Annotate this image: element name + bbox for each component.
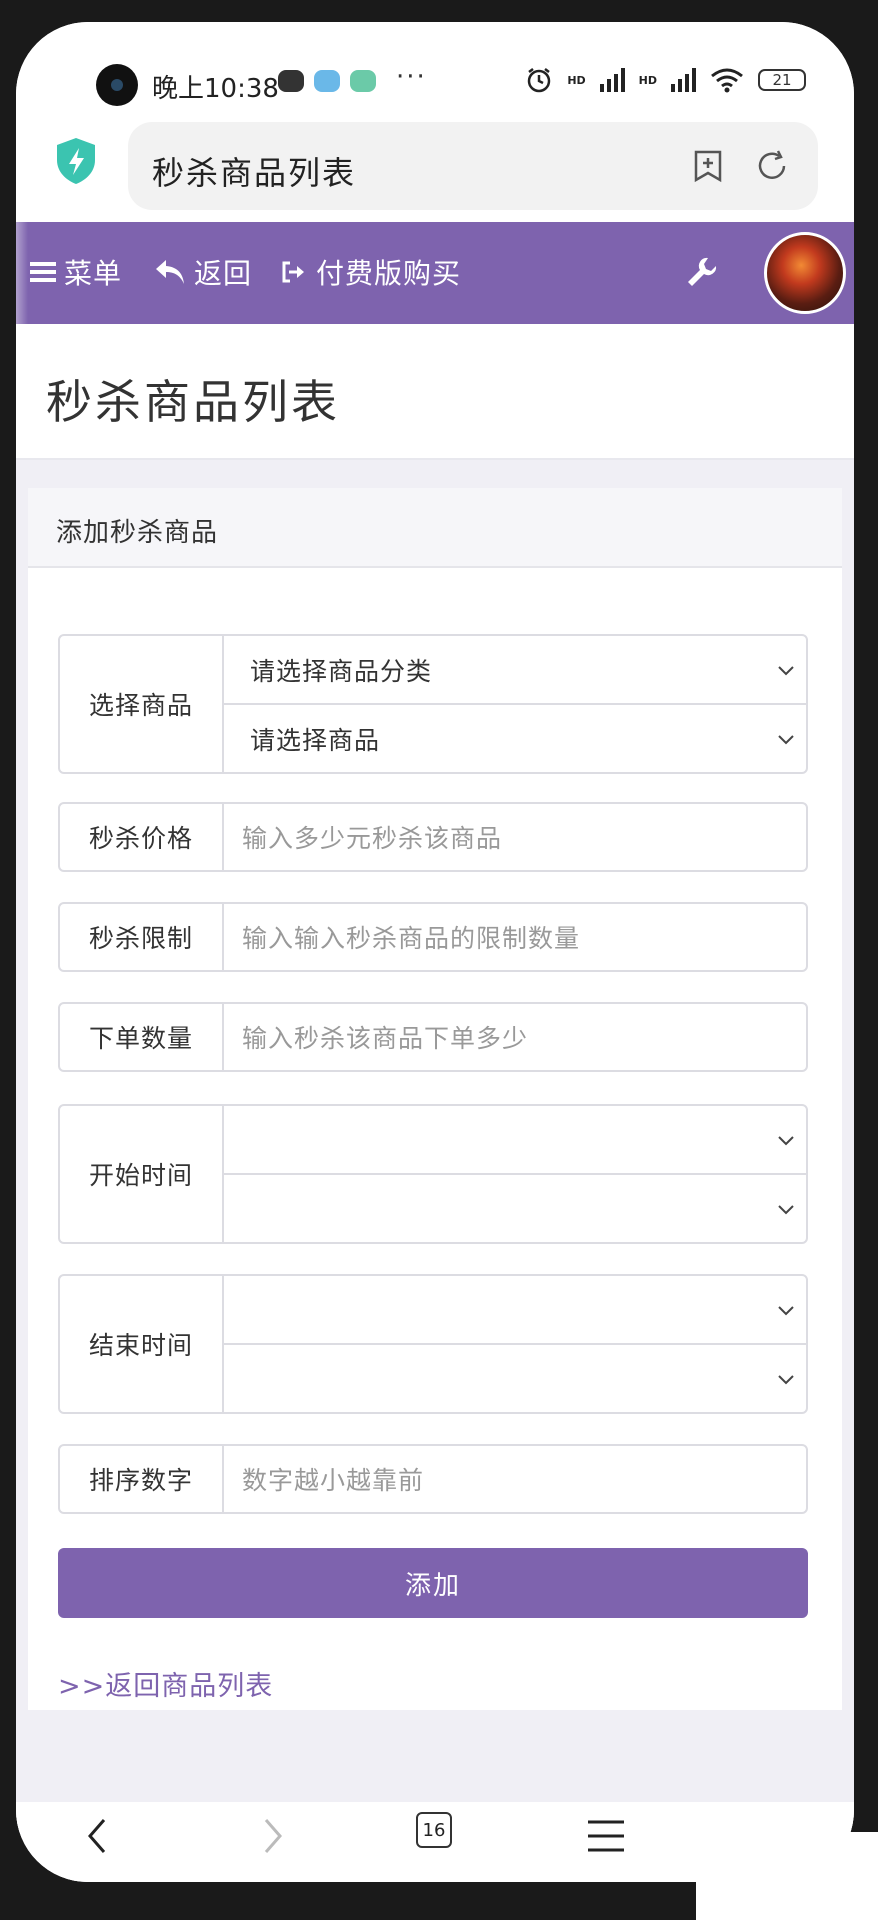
menu-button[interactable]: 菜单 (30, 252, 122, 292)
chevron-down-icon (778, 1135, 794, 1145)
add-button[interactable]: 添加 (58, 1548, 808, 1618)
chat-notification-icon (350, 70, 376, 92)
nav-forward-icon[interactable] (252, 1816, 292, 1856)
goods-select-value: 请选择商品 (250, 725, 381, 755)
add-bookmark-icon[interactable] (690, 148, 726, 184)
sort-input[interactable]: 数字越小越靠前 (224, 1446, 806, 1512)
limit-label: 秒杀限制 (60, 904, 224, 970)
phone-frame: 晚上10:38 ··· HD HD 21 秒杀商品列表 菜单 返回 付费版购买 … (0, 0, 878, 1920)
status-indicators: HD HD 21 (525, 66, 806, 94)
alarm-icon (528, 68, 551, 93)
more-notifications: ··· (396, 62, 427, 92)
price-input[interactable]: 输入多少元秒杀该商品 (224, 804, 806, 870)
menu-label: 菜单 (64, 257, 123, 290)
price-row: 秒杀价格 输入多少元秒杀该商品 (58, 802, 808, 872)
back-arrow-icon (156, 260, 184, 284)
battery-indicator: 21 (758, 69, 806, 91)
front-camera (96, 64, 138, 106)
page-title: 秒杀商品列表 (46, 375, 340, 429)
chevron-down-icon (778, 665, 794, 675)
end-date-select[interactable] (224, 1276, 806, 1343)
panel-title: 添加秒杀商品 (28, 488, 842, 568)
back-button[interactable]: 返回 (154, 252, 252, 292)
order-qty-row: 下单数量 输入秒杀该商品下单多少 (58, 1002, 808, 1072)
back-to-list-link[interactable]: >>返回商品列表 (58, 1664, 273, 1703)
end-time-select[interactable] (224, 1343, 806, 1412)
browser-bar: 秒杀商品列表 (16, 112, 854, 224)
end-time-row: 结束时间 (58, 1274, 808, 1414)
wifi-icon (711, 68, 743, 93)
signal-icon-2 (671, 68, 696, 92)
limit-input[interactable]: 输入输入秒杀商品的限制数量 (224, 904, 806, 970)
hd-label: HD (567, 73, 586, 87)
nav-back-icon[interactable] (78, 1816, 118, 1856)
shield-icon[interactable] (54, 136, 98, 186)
address-bar[interactable]: 秒杀商品列表 (128, 122, 818, 210)
goods-select[interactable]: 请选择商品 (224, 703, 806, 772)
add-seckill-panel: 添加秒杀商品 选择商品 请选择商品分类 请选择商品 秒杀价格 输入多少元秒杀该商… (28, 488, 842, 1710)
price-label: 秒杀价格 (60, 804, 224, 870)
category-select-value: 请选择商品分类 (250, 656, 433, 686)
sort-label: 排序数字 (60, 1446, 224, 1512)
select-goods-fields: 请选择商品分类 请选择商品 (224, 636, 806, 772)
address-title: 秒杀商品列表 (152, 154, 357, 192)
hd-label-2: HD (638, 73, 657, 87)
status-time: 晚上10:38 (152, 74, 279, 104)
select-goods-row: 选择商品 请选择商品分类 请选择商品 (58, 634, 808, 774)
start-time-select[interactable] (224, 1173, 806, 1242)
cloud-notification-icon (314, 70, 340, 92)
sign-out-icon (282, 261, 304, 283)
tabs-icon[interactable]: 16 (416, 1812, 452, 1848)
chevron-down-icon (778, 734, 794, 744)
start-date-select[interactable] (224, 1106, 806, 1173)
chevron-down-icon (778, 1305, 794, 1315)
start-time-row: 开始时间 (58, 1104, 808, 1244)
signal-icon (599, 68, 625, 92)
start-time-fields (224, 1106, 806, 1242)
back-label: 返回 (194, 257, 253, 290)
chevron-down-icon (778, 1204, 794, 1214)
qq-notification-icon (278, 70, 304, 92)
top-nav: 菜单 返回 付费版购买 (16, 222, 854, 324)
category-select[interactable]: 请选择商品分类 (224, 636, 806, 703)
wrench-icon[interactable] (684, 254, 720, 290)
sort-row: 排序数字 数字越小越靠前 (58, 1444, 808, 1514)
chevron-down-icon (778, 1374, 794, 1384)
hamburger-icon[interactable] (586, 1816, 626, 1856)
buy-pro-button[interactable]: 付费版购买 (280, 252, 461, 292)
order-qty-label: 下单数量 (60, 1004, 224, 1070)
menu-icon (30, 262, 56, 282)
page-header: 秒杀商品列表 (16, 324, 854, 460)
image-corner (696, 1832, 878, 1920)
screen: 晚上10:38 ··· HD HD 21 秒杀商品列表 菜单 返回 付费版购买 … (16, 22, 854, 1882)
user-avatar[interactable] (764, 232, 846, 314)
limit-row: 秒杀限制 输入输入秒杀商品的限制数量 (58, 902, 808, 972)
select-goods-label: 选择商品 (60, 636, 224, 772)
buy-label: 付费版购买 (316, 257, 462, 290)
end-time-fields (224, 1276, 806, 1412)
start-time-label: 开始时间 (60, 1106, 224, 1242)
order-qty-input[interactable]: 输入秒杀该商品下单多少 (224, 1004, 806, 1070)
refresh-icon[interactable] (754, 148, 790, 184)
end-time-label: 结束时间 (60, 1276, 224, 1412)
